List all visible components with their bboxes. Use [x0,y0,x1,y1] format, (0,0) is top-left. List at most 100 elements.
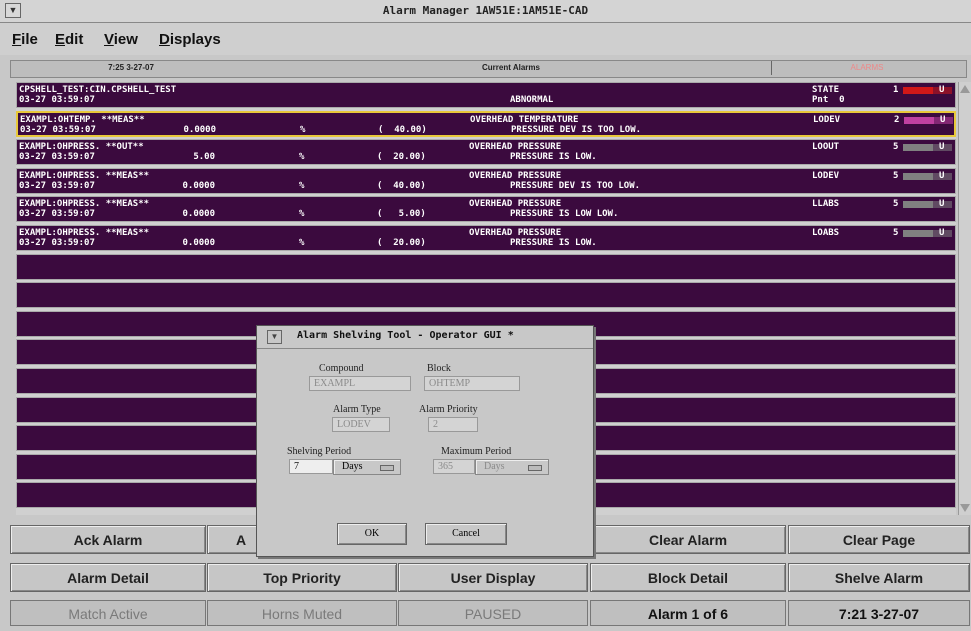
dialog-menu-button[interactable]: ▼ [267,330,282,344]
alarm-flag: U [939,171,945,181]
alarm-timestamp: 03-27 03:59:07 [19,209,95,219]
maximum-unit-select: Days [475,459,549,475]
alarm-limit: ( 20.00) [377,238,426,248]
alarm-shelving-dialog: ▼ Alarm Shelving Tool - Operator GUI * C… [256,325,594,557]
alarm-description: OVERHEAD PRESSURE [469,228,562,238]
shelving-period-input[interactable]: 7 [289,459,333,474]
alarm-priority-field: 2 [428,417,478,432]
alarm-type: STATE [812,85,840,95]
alarms-indicator: ALARMS [771,61,962,75]
alarm-detail-button[interactable]: Alarm Detail [10,563,206,592]
alarm-type: LLABS [812,199,840,209]
top-priority-button[interactable]: Top Priority [207,563,397,592]
option-menu-indicator-icon [380,465,394,471]
alarm-message: PRESSURE IS LOW. [510,152,597,162]
alarm-description: OVERHEAD PRESSURE [469,199,562,209]
alarm-priority: 1 [893,85,899,95]
menu-displays[interactable]: Displays [159,31,221,48]
menu-view[interactable]: View [104,31,138,48]
empty-alarm-row[interactable] [16,282,956,308]
scroll-down-arrow-icon[interactable] [960,504,970,512]
alarm-type-label: Alarm Type [333,404,381,415]
priority-indicator [903,173,933,180]
alarm-type: LOOUT [812,142,840,152]
clear-page-button[interactable]: Clear Page [788,525,970,554]
priority-indicator [903,201,933,208]
action-button-row-2: Alarm Detail Top Priority User Display B… [10,563,970,594]
title-bar: ▼ Alarm Manager 1AW51E:1AM51E-CAD [0,0,971,23]
shelving-period-label: Shelving Period [287,446,352,457]
paused-status: PAUSED [398,600,588,626]
alarm-point-name: EXAMPL:OHTEMP. **MEAS** [20,115,145,125]
alarm-point-name: EXAMPL:OHPRESS. **OUT** [19,142,144,152]
alarm-limit: ( 40.00) [377,181,426,191]
ack-alarm-button[interactable]: Ack Alarm [10,525,206,554]
alarm-list-scrollbar[interactable] [958,82,971,515]
alarm-timestamp: 03-27 03:59:07 [19,238,95,248]
compound-field: EXAMPL [309,376,411,391]
alarm-type: LODEV [812,171,840,181]
shelve-alarm-button[interactable]: Shelve Alarm [788,563,970,592]
alarm-flag: U [939,228,945,238]
alarm-unit: % [299,238,305,248]
shelving-unit-select[interactable]: Days [333,459,401,475]
alarm-value: 5.00 [193,152,215,162]
alarm-type-field: LODEV [332,417,390,432]
block-detail-button[interactable]: Block Detail [590,563,786,592]
dialog-title: Alarm Shelving Tool - Operator GUI * [297,330,514,341]
alarm-row[interactable]: EXAMPL:OHPRESS. **OUT** 03-27 03:59:07 5.0… [16,139,956,165]
alarm-message: ABNORMAL [510,95,554,105]
alarm-point-name: EXAMPL:OHPRESS. **MEAS** [19,171,150,181]
alarm-value: 0.0000 [182,238,215,248]
alarm-timestamp: 03-27 03:59:07 [19,181,95,191]
alarm-message: PRESSURE DEV IS TOO LOW. [510,181,641,191]
alarm-unit: % [299,181,305,191]
priority-indicator [903,87,933,94]
alarm-value: 0.0000 [182,181,215,191]
alarm-timestamp: 03-27 03:59:07 [20,125,96,135]
menu-edit[interactable]: Edit [55,31,83,48]
alarm-flag: U [939,199,945,209]
alarm-row[interactable]: EXAMPL:OHPRESS. **MEAS** 03-27 03:59:07 0.… [16,225,956,251]
alarm-message: PRESSURE IS LOW LOW. [510,209,619,219]
alarm-limit: ( 20.00) [377,152,426,162]
menu-file[interactable]: File [12,31,38,48]
alarm-priority: 5 [893,199,899,209]
alarm-message: PRESSURE IS LOW. [510,238,597,248]
alarm-timestamp: 03-27 03:59:07 [19,95,95,105]
status-bar: Match Active Horns Muted PAUSED Alarm 1 … [10,600,970,631]
alarm-point-name: EXAMPL:OHPRESS. **MEAS** [19,199,150,209]
menu-bar: File Edit View Displays [0,23,971,55]
alarm-row[interactable]: EXAMPL:OHPRESS. **MEAS** 03-27 03:59:07 0.… [16,168,956,194]
dialog-ok-button[interactable]: OK [337,523,407,545]
alarm-row[interactable]: EXAMPL:OHPRESS. **MEAS** 03-27 03:59:07 0.… [16,196,956,222]
alarm-position-status: Alarm 1 of 6 [590,600,786,626]
alarm-type: LODEV [813,115,841,125]
horns-muted-status: Horns Muted [207,600,397,626]
alarm-row[interactable]: CPSHELL_TEST:CIN.CPSHELL_TEST 03-27 03:59… [16,82,956,108]
last-update-time: 7:25 3-27-07 [108,63,154,72]
alarm-flag: U [939,85,945,95]
alarm-point-name: CPSHELL_TEST:CIN.CPSHELL_TEST [19,85,177,95]
clear-alarm-button[interactable]: Clear Alarm [590,525,786,554]
alarm-message: PRESSURE DEV IS TOO LOW. [511,125,642,135]
window-title: Alarm Manager 1AW51E:1AM51E-CAD [382,4,589,17]
alarm-type: LOABS [812,228,840,238]
alarm-limit: ( 40.00) [378,125,427,135]
scroll-up-arrow-icon[interactable] [960,85,970,93]
alarm-priority: 5 [893,228,899,238]
alarm-priority: 2 [894,115,900,125]
alarm-limit: ( 5.00) [377,209,426,219]
user-display-button[interactable]: User Display [398,563,588,592]
alarm-timestamp: 03-27 03:59:07 [19,152,95,162]
alarm-priority: 5 [893,142,899,152]
alarm-point-name: EXAMPL:OHPRESS. **MEAS** [19,228,150,238]
empty-alarm-row[interactable] [16,254,956,280]
alarm-row[interactable]: EXAMPL:OHTEMP. **MEAS** 03-27 03:59:07 0.0… [16,111,956,137]
alarm-priority: 5 [893,171,899,181]
alarm-type-detail: Pnt 0 [812,95,845,105]
alarm-priority-label: Alarm Priority [419,404,478,415]
alarm-unit: % [299,209,305,219]
alarm-value: 0.0000 [183,125,216,135]
dialog-cancel-button[interactable]: Cancel [425,523,507,545]
